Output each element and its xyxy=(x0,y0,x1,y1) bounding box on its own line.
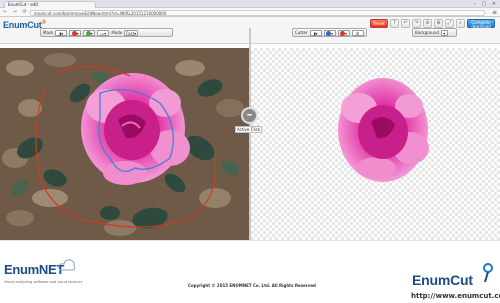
enumnet-tagline: Visual analyzing software and cloud serv… xyxy=(4,280,83,284)
enumcut-footer-logo[interactable]: EnumCut xyxy=(412,272,473,288)
zoom-in-icon[interactable]: ⊕ xyxy=(434,19,443,28)
cutout-flower xyxy=(338,78,429,182)
reset-button[interactable]: Reset xyxy=(370,19,388,28)
site-url[interactable]: http://www.enumcut.com xyxy=(411,292,500,300)
cutout-result xyxy=(338,78,429,182)
mask-foreground-tool[interactable]: ▾ xyxy=(69,29,82,36)
scissors-icon xyxy=(483,263,493,283)
cutter-brush-tool[interactable]: ▮▾ xyxy=(309,29,322,36)
logo-text: EnumCut xyxy=(3,20,42,30)
top-action-bar: Reset ? ↶ ↷ ⊖ ⊕ ⤢ ⌕ Complete download xyxy=(370,19,495,28)
cutter-label: Cutter xyxy=(295,30,308,35)
active-click-label: Active Click xyxy=(235,126,263,133)
cutter-add-tool[interactable]: ▾ xyxy=(323,29,336,36)
mask-brush-tool[interactable]: ▮▾ xyxy=(55,29,68,36)
cloud-icon xyxy=(58,259,76,271)
mask-background-tool[interactable]: ▾ xyxy=(83,29,96,36)
redo-icon[interactable]: ↷ xyxy=(412,19,421,28)
cutter-settings-icon[interactable]: ✲ xyxy=(351,29,364,36)
cutter-toolbar: Cutter ▮▾ ▾ ▾ ✲ xyxy=(292,28,367,37)
mask-label: Mask xyxy=(43,30,54,35)
background-label: Background xyxy=(415,30,439,35)
original-photo xyxy=(0,48,249,240)
cutter-remove-tool[interactable]: ▾ xyxy=(337,29,350,36)
copyright-text: Copyright © 2015 ENUMNET Co. Ltd. All Ri… xyxy=(188,283,316,288)
url-field[interactable]: enumcut.com/bg/removeEditNew.html?id=NKR… xyxy=(30,9,485,16)
help-icon[interactable]: ? xyxy=(390,19,399,28)
pane-divider[interactable] xyxy=(249,28,251,240)
app-window: EnumCut - edit – ▢ ✕ ← → ⟳ enumcut.com/b… xyxy=(0,0,500,303)
logo-mark: ® xyxy=(41,20,46,26)
complete-download-button[interactable]: Complete download xyxy=(467,19,495,28)
mode-select[interactable]: Fast▾ xyxy=(124,29,139,36)
original-image-canvas[interactable] xyxy=(0,48,249,240)
browser-nav-buttons[interactable]: ← → ⟳ xyxy=(3,9,29,16)
active-click-toggle[interactable]: – xyxy=(241,107,258,124)
zoom-out-icon[interactable]: ⊖ xyxy=(423,19,432,28)
zoom-original-icon[interactable]: ⌕ xyxy=(456,19,465,28)
mode-value: Fast xyxy=(126,30,135,36)
undo-icon[interactable]: ↶ xyxy=(401,19,410,28)
fit-screen-icon[interactable]: ⤢ xyxy=(445,19,454,28)
mode-label: Mode xyxy=(111,30,123,35)
browser-tab[interactable]: EnumCut - edit xyxy=(4,1,96,8)
background-toolbar: Background ▾ xyxy=(412,28,457,37)
download-label: download xyxy=(471,23,491,29)
background-select[interactable]: ▾ xyxy=(440,29,448,36)
mask-toolbar: Mask ▮▾ ▾ ▾ ▭▾ Mode Fast▾ xyxy=(40,28,173,37)
enumnet-logo[interactable]: EnumNET xyxy=(4,262,64,277)
result-preview-canvas[interactable] xyxy=(251,48,500,240)
browser-menu-icon[interactable]: ≡ xyxy=(492,9,497,16)
window-controls[interactable]: – ▢ ✕ xyxy=(473,1,498,7)
mask-eraser-tool[interactable]: ▭▾ xyxy=(97,29,110,36)
